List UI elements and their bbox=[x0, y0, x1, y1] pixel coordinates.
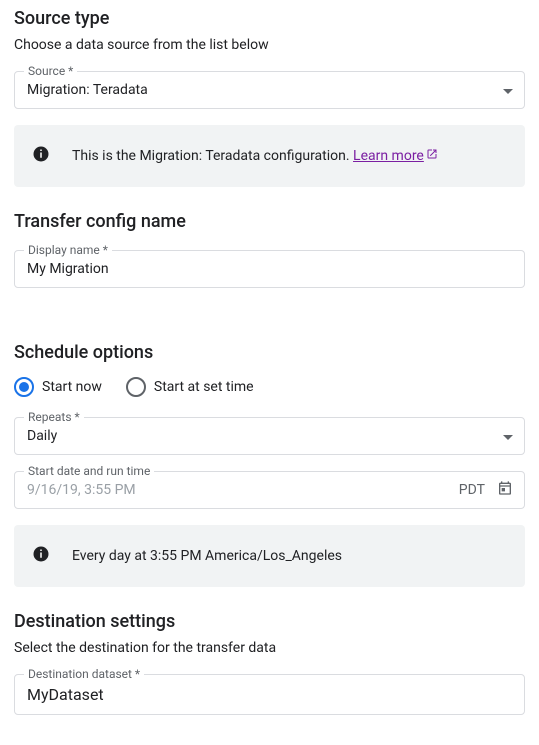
transfer-config-title: Transfer config name bbox=[14, 211, 525, 232]
radio-unselected-icon bbox=[126, 377, 146, 397]
info-icon bbox=[32, 145, 50, 167]
repeats-select[interactable]: Daily bbox=[14, 417, 525, 455]
source-type-title: Source type bbox=[14, 8, 525, 29]
start-now-radio[interactable]: Start now bbox=[14, 377, 102, 397]
schedule-info-text: Every day at 3:55 PM America/Los_Angeles bbox=[72, 548, 342, 564]
display-name-field: Display name * bbox=[14, 250, 525, 288]
schedule-title: Schedule options bbox=[14, 342, 525, 363]
start-at-set-time-radio[interactable]: Start at set time bbox=[126, 377, 254, 397]
repeats-field: Repeats * Daily bbox=[14, 417, 525, 455]
source-field: Source * Migration: Teradata bbox=[14, 71, 525, 109]
destination-dataset-label: Destination dataset * bbox=[24, 667, 144, 681]
info-icon bbox=[32, 545, 50, 567]
start-at-set-time-label: Start at set time bbox=[154, 379, 254, 395]
source-type-subtitle: Choose a data source from the list below bbox=[14, 37, 525, 53]
source-label: Source * bbox=[24, 64, 77, 78]
learn-more-label: Learn more bbox=[353, 148, 424, 164]
schedule-info-banner: Every day at 3:55 PM America/Los_Angeles bbox=[14, 525, 525, 587]
destination-title: Destination settings bbox=[14, 611, 525, 632]
source-info-text: This is the Migration: Teradata configur… bbox=[72, 148, 438, 164]
source-select[interactable]: Migration: Teradata bbox=[14, 71, 525, 109]
source-info-text-content: This is the Migration: Teradata configur… bbox=[72, 148, 353, 164]
learn-more-link[interactable]: Learn more bbox=[353, 148, 438, 164]
start-now-label: Start now bbox=[42, 379, 102, 395]
start-date-field: Start date and run time PDT bbox=[14, 471, 525, 509]
source-info-banner: This is the Migration: Teradata configur… bbox=[14, 125, 525, 187]
radio-selected-icon bbox=[14, 377, 34, 397]
schedule-radio-group: Start now Start at set time bbox=[14, 377, 525, 397]
start-date-label: Start date and run time bbox=[24, 464, 154, 478]
schedule-section: Schedule options Start now Start at set … bbox=[14, 342, 525, 587]
timezone-label: PDT bbox=[459, 482, 485, 498]
repeats-label: Repeats * bbox=[24, 410, 84, 424]
calendar-icon[interactable] bbox=[497, 480, 513, 500]
external-link-icon bbox=[426, 148, 438, 164]
display-name-label: Display name * bbox=[24, 243, 112, 257]
destination-section: Destination settings Select the destinat… bbox=[14, 611, 525, 715]
radio-dot bbox=[19, 382, 29, 392]
transfer-config-section: Transfer config name Display name * bbox=[14, 211, 525, 288]
destination-subtitle: Select the destination for the transfer … bbox=[14, 640, 525, 656]
source-type-section: Source type Choose a data source from th… bbox=[14, 8, 525, 187]
destination-dataset-field: Destination dataset * bbox=[14, 674, 525, 715]
